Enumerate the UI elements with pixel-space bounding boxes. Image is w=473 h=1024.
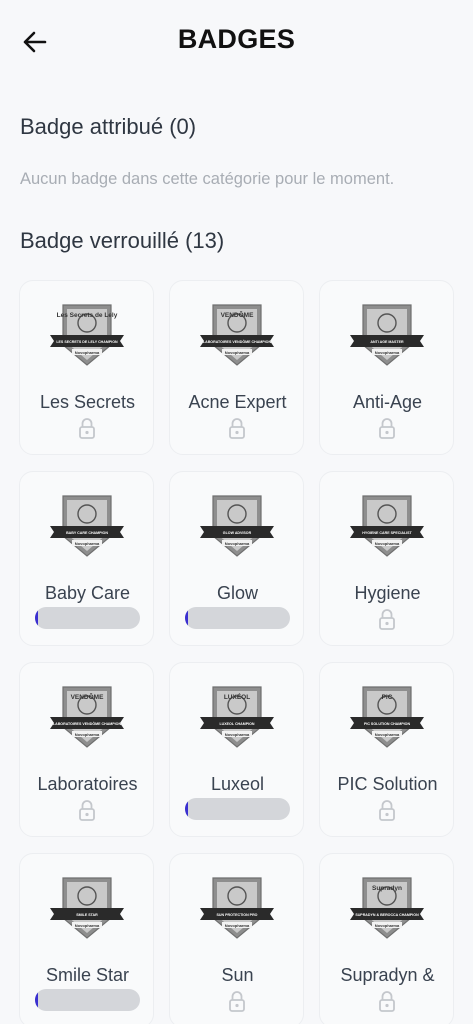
emblem-ribbon-text: ANTI AGE MASTER — [370, 340, 404, 344]
badge-name: Baby Care — [44, 583, 131, 603]
emblem-brand-footer: Novopharma — [75, 541, 100, 546]
lock-icon — [379, 800, 395, 821]
emblem-brand-footer: Novopharma — [375, 350, 400, 355]
badge-progress-bar — [35, 989, 140, 1011]
awarded-section-title: Badge attribué (0) — [20, 114, 197, 139]
emblem-ribbon-text: LABORATOIRES VENDÔME CHAMPION — [53, 721, 122, 726]
lock-icon — [379, 991, 395, 1012]
badge-emblem-icon: GLOW ADVISOR Novopharma — [200, 495, 274, 557]
badge-progress-bar — [185, 607, 290, 629]
badge-name: Les Secrets — [39, 392, 136, 412]
badge-emblem-icon: Les Secrets de Lely LES SECRETS DE LELY C… — [50, 304, 124, 366]
badge-card[interactable]: ANTI AGE MASTER Novopharma Anti-Age — [319, 280, 454, 455]
lock-icon — [379, 418, 395, 439]
emblem-ribbon-text: BABY CARE CHAMPION — [66, 531, 108, 535]
badge-card[interactable]: VENDÔME LABORATOIRES VENDÔME CHAMPION Novo… — [169, 280, 304, 455]
emblem-brand-footer: Novopharma — [75, 923, 100, 928]
badge-name: Glow — [216, 583, 258, 603]
badge-card[interactable]: BABY CARE CHAMPION Novopharma Baby Care — [19, 471, 154, 646]
emblem-brand-text: Les Secrets de Lely — [57, 312, 118, 319]
badge-name: Anti-Age — [352, 392, 423, 412]
emblem-brand-footer: Novopharma — [375, 732, 400, 737]
badge-progress-bar — [35, 607, 140, 629]
badge-emblem-icon: LUXÉOL LUXEOL CHAMPION Novopharma — [200, 686, 274, 748]
lock-icon — [79, 800, 95, 821]
badge-emblem-icon: PiC PIC SOLUTION CHAMPION Novopharma — [350, 686, 424, 748]
badge-emblem-icon: SMILE STAR Novopharma — [50, 877, 124, 939]
badge-emblem-icon: SUN PROTECTION PRO Novopharma — [200, 877, 274, 939]
header: BADGES — [0, 0, 473, 84]
emblem-brand-text: Supradyn — [372, 885, 402, 892]
emblem-brand-footer: Novopharma — [375, 541, 400, 546]
badge-name: PIC Solution — [337, 774, 438, 794]
badge-grid: Les Secrets de Lely LES SECRETS DE LELY C… — [19, 280, 455, 1024]
emblem-ribbon-text: PIC SOLUTION CHAMPION — [364, 722, 411, 726]
badge-emblem-icon: Supradyn SUPRADYN & BEROCCA CHAMPION Novop… — [350, 877, 424, 939]
emblem-brand-text: VENDÔME — [221, 310, 255, 319]
badge-name: Luxeol — [210, 774, 265, 794]
emblem-ribbon-text: LUXEOL CHAMPION — [219, 722, 254, 726]
badge-name: Acne Expert — [188, 392, 287, 412]
locked-section-title: Badge verrouillé (13) — [20, 228, 225, 253]
emblem-brand-footer: Novopharma — [225, 541, 250, 546]
badge-card[interactable]: Les Secrets de Lely LES SECRETS DE LELY C… — [19, 280, 154, 455]
emblem-ribbon-text: LABORATOIRES VENDÔME CHAMPION — [203, 339, 272, 344]
emblem-ribbon-text: HYGIENE CARE SPECIALIST — [362, 531, 412, 535]
badge-emblem-icon: ANTI AGE MASTER Novopharma — [350, 304, 424, 366]
badge-name: Supradyn & — [340, 965, 435, 985]
page-title: BADGES — [177, 24, 296, 54]
badge-card[interactable]: SMILE STAR Novopharma Smile Star — [19, 853, 154, 1024]
emblem-brand-footer: Novopharma — [75, 732, 100, 737]
emblem-ribbon-text: SUPRADYN & BEROCCA CHAMPION — [355, 913, 419, 917]
badge-card[interactable]: GLOW ADVISOR Novopharma Glow — [169, 471, 304, 646]
badge-card[interactable]: PiC PIC SOLUTION CHAMPION Novopharma PIC So… — [319, 662, 454, 837]
badge-emblem-icon: BABY CARE CHAMPION Novopharma — [50, 495, 124, 557]
badge-progress-fill — [185, 607, 189, 629]
badge-name: Smile Star — [45, 965, 130, 985]
badge-name: Laboratoires — [37, 774, 138, 794]
badge-progress-fill — [35, 989, 39, 1011]
badge-card[interactable]: HYGIENE CARE SPECIALIST Novopharma Hygiene — [319, 471, 454, 646]
badge-emblem-icon: HYGIENE CARE SPECIALIST Novopharma — [350, 495, 424, 557]
lock-icon — [379, 609, 395, 630]
badge-progress-bar — [185, 798, 290, 820]
emblem-ribbon-text: LES SECRETS DE LELY CHAMPION — [56, 340, 118, 344]
badge-card[interactable]: LUXÉOL LUXEOL CHAMPION Novopharma Luxeol — [169, 662, 304, 837]
badge-card[interactable]: SUN PROTECTION PRO Novopharma Sun — [169, 853, 304, 1024]
emblem-brand-text: VENDÔME — [71, 692, 105, 701]
emblem-ribbon-text: SUN PROTECTION PRO — [217, 913, 258, 917]
emblem-brand-footer: Novopharma — [75, 350, 100, 355]
emblem-brand-footer: Novopharma — [225, 350, 250, 355]
emblem-ribbon-text: GLOW ADVISOR — [223, 531, 252, 535]
emblem-brand-text: PiC — [382, 694, 393, 701]
emblem-brand-footer: Novopharma — [225, 732, 250, 737]
badge-name: Hygiene — [354, 583, 421, 603]
badge-progress-fill — [185, 798, 189, 820]
empty-state-message: Aucun badge dans cette catégorie pour le… — [20, 170, 395, 188]
emblem-ribbon-text: SMILE STAR — [76, 913, 98, 917]
badge-card[interactable]: Supradyn SUPRADYN & BEROCCA CHAMPION Novop… — [319, 853, 454, 1024]
lock-icon — [229, 418, 245, 439]
badge-card[interactable]: VENDÔME LABORATOIRES VENDÔME CHAMPION Novo… — [19, 662, 154, 837]
lock-icon — [79, 418, 95, 439]
lock-icon — [229, 991, 245, 1012]
emblem-brand-footer: Novopharma — [375, 923, 400, 928]
badge-emblem-icon: VENDÔME LABORATOIRES VENDÔME CHAMPION Novo… — [50, 686, 124, 748]
emblem-brand-footer: Novopharma — [225, 923, 250, 928]
emblem-brand-text: LUXÉOL — [224, 692, 250, 701]
badge-name: Sun — [221, 965, 254, 985]
badge-progress-fill — [35, 607, 39, 629]
badge-emblem-icon: VENDÔME LABORATOIRES VENDÔME CHAMPION Novo… — [200, 304, 274, 366]
